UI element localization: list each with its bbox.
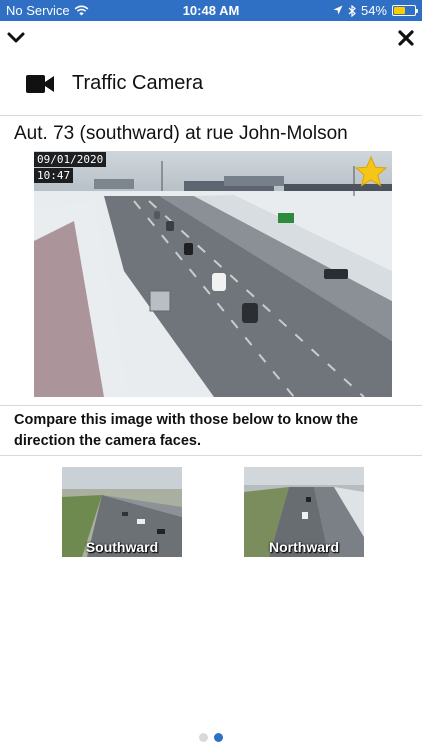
direction-label: Northward <box>269 539 339 555</box>
divider <box>0 405 422 406</box>
bluetooth-icon <box>348 4 356 17</box>
status-bar: No Service 10:48 AM 54% <box>0 0 422 21</box>
southward-thumbnail[interactable]: Southward <box>62 467 182 557</box>
battery-fill <box>394 7 405 14</box>
star-icon[interactable] <box>354 155 388 194</box>
location-arrow-icon <box>333 5 343 15</box>
camera-time: 10:47 <box>34 168 74 183</box>
camera-date: 09/01/2020 <box>34 152 107 167</box>
page-indicator[interactable] <box>0 733 422 742</box>
camera-name: Aut. 73 (southward) at rue John-Molson <box>14 123 348 144</box>
direction-label: Southward <box>85 539 159 555</box>
camera-scene <box>34 151 392 397</box>
page-dot[interactable] <box>199 733 208 742</box>
compare-instructions: Compare this image with those below to k… <box>14 412 359 449</box>
video-camera-icon <box>26 75 54 93</box>
northward-thumbnail[interactable]: Northward <box>244 467 364 557</box>
close-icon[interactable] <box>394 26 418 50</box>
page-title: Traffic Camera <box>72 72 204 94</box>
page-dot-active[interactable] <box>214 733 223 742</box>
divider <box>0 455 422 456</box>
battery-icon <box>392 5 418 16</box>
chevron-down-icon[interactable] <box>4 26 28 50</box>
battery-percent: 54% <box>360 3 387 18</box>
header-icon-container <box>26 70 54 98</box>
divider <box>0 115 422 116</box>
camera-image[interactable]: 09/01/2020 10:47 <box>34 151 392 397</box>
